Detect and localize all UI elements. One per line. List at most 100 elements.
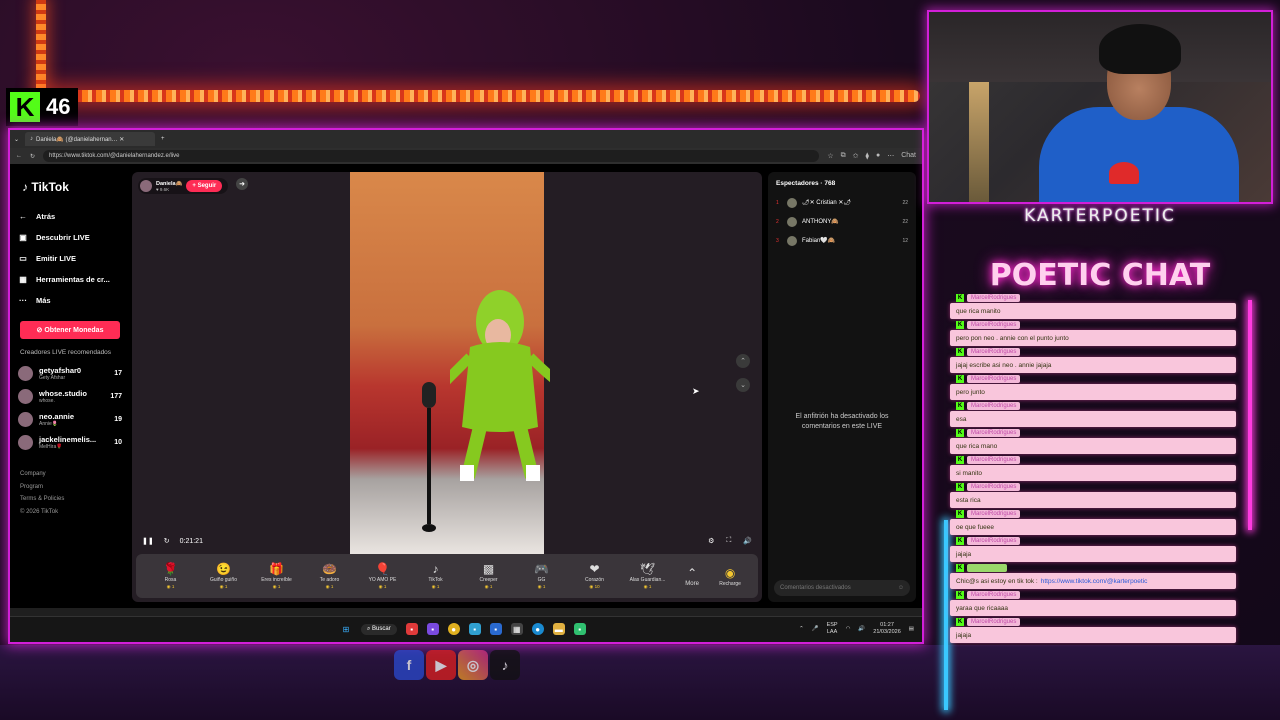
more-gifts-button[interactable]: ⌃ More: [674, 566, 710, 587]
chat-message-body: esa: [950, 411, 1236, 427]
tiktok-logo[interactable]: ♪ TikTok: [22, 180, 122, 194]
taskbar-search[interactable]: ⌕ Buscar: [361, 623, 397, 635]
chevron-down-icon[interactable]: ⌄: [736, 378, 750, 392]
region-code: LAA: [826, 629, 838, 635]
extensions-icon[interactable]: ⧉: [841, 152, 846, 160]
recharge-button[interactable]: ◉ Recharge: [710, 566, 750, 587]
gift-item[interactable]: 😉 Guiño guiño ◉ 1: [197, 562, 250, 590]
viewer-row[interactable]: 1 🌶✕ Cristian ✕🌶 22: [768, 193, 916, 212]
gift-price: ◉ 10: [589, 584, 600, 589]
clock[interactable]: 01:27 21/03/2026: [873, 622, 901, 636]
tab-list-chevron-icon[interactable]: ⌄: [14, 136, 19, 143]
nav-item[interactable]: ▭ Emitir LIVE: [18, 248, 122, 269]
settings-icon[interactable]: ⚙: [708, 537, 714, 545]
nav-item[interactable]: ▣ Descubrir LIVE: [18, 227, 122, 248]
calendar-icon[interactable]: ▦: [510, 623, 523, 635]
gift-item[interactable]: 🌹 Rosa ◉ 1: [144, 562, 197, 590]
recommended-creator[interactable]: jackelinemelis... MelHira🌹 10: [18, 431, 122, 454]
chat-username: [967, 563, 1007, 572]
more-label: More: [685, 580, 699, 587]
chat-message-header: K MarcelRodrigues: [950, 589, 1236, 600]
footer-link[interactable]: Program: [20, 481, 122, 494]
nav-item[interactable]: ··· Más: [18, 290, 122, 311]
notification-icon[interactable]: ▤: [909, 626, 914, 633]
gift-item[interactable]: 🎮 GG ◉ 1: [515, 562, 568, 590]
chat-message-body: si manito: [950, 465, 1236, 481]
app-icon[interactable]: ▪: [426, 623, 439, 635]
chat-message-header: K MarcelRodrigues: [950, 346, 1236, 357]
webcam-feed: [927, 10, 1273, 204]
fullscreen-icon[interactable]: ⛶: [726, 537, 731, 545]
share-icon[interactable]: ➜: [236, 178, 248, 190]
chat-link[interactable]: https://www.tiktok.com/@karterpoetic: [1041, 578, 1148, 585]
app-icon[interactable]: ▪: [468, 623, 481, 635]
gift-price-value: 1: [277, 584, 281, 589]
reload-icon[interactable]: ↻: [30, 153, 35, 160]
follow-button[interactable]: + Seguir: [186, 180, 223, 192]
back-link[interactable]: ← Atrás: [18, 206, 122, 227]
chat-username: MarcelRodrigues: [967, 536, 1021, 545]
footer-link[interactable]: Company: [20, 468, 122, 481]
gift-item[interactable]: ❤ Corazón ◉ 10: [568, 562, 621, 590]
viewer-score: 12: [902, 237, 908, 244]
browser-tab[interactable]: ♪ Daniela🙈 (@danielahernan… ✕: [25, 132, 156, 146]
lang-code: ESP: [826, 622, 838, 628]
creator-name: neo.annie: [39, 412, 75, 421]
chat-message-body: que rica manito: [950, 303, 1236, 319]
live-video-panel[interactable]: Daniela🙈 ♥ 9.6K + Seguir ➜ ⌃ ⌄ ➤ ❚❚ ↻ 0:2…: [132, 172, 762, 602]
nav-item[interactable]: ▦ Herramientas de cr...: [18, 269, 122, 290]
app-icon[interactable]: ▪: [573, 623, 586, 635]
chevron-up-icon[interactable]: ⌃: [799, 626, 804, 633]
pause-icon[interactable]: ❚❚: [142, 537, 154, 545]
app-icon[interactable]: ▪: [405, 623, 418, 635]
mic-icon[interactable]: 🎤: [812, 626, 819, 633]
recommended-creator[interactable]: getyafshar0 Gety Afshar 17: [18, 362, 122, 385]
profile-icon[interactable]: ●: [876, 152, 880, 160]
chevron-up-icon[interactable]: ⌃: [736, 354, 750, 368]
viewer-rank: 3: [776, 237, 779, 244]
new-tab-icon[interactable]: +: [161, 136, 165, 142]
viewer-row[interactable]: 3 Fabian🤍🙈 12: [768, 231, 916, 250]
chat-message: K MarcelRodrigues esta rica: [950, 481, 1236, 508]
recommended-creator[interactable]: whose.studio whose. 177: [18, 385, 122, 408]
volume-icon[interactable]: 🔊: [743, 537, 752, 545]
folder-icon[interactable]: ▬: [552, 623, 565, 635]
clock-date: 21/03/2026: [873, 629, 901, 635]
gift-item[interactable]: 🍩 Te adoro ◉ 1: [303, 562, 356, 590]
chat-text: jajaja: [956, 550, 972, 558]
footer-link[interactable]: Terms & Policies: [20, 493, 122, 506]
viewer-row[interactable]: 2 ANTHONY🙈 22: [768, 212, 916, 231]
gift-item[interactable]: ▩ Creeper ◉ 1: [462, 562, 515, 590]
nav-item-label: Descubrir LIVE: [36, 233, 90, 242]
recommended-creator[interactable]: neo.annie Annie🌷 19: [18, 408, 122, 431]
gift-item[interactable]: 🎁 Eres increíble ◉ 1: [250, 562, 303, 590]
app-icon[interactable]: ▪: [489, 623, 502, 635]
language-indicator[interactable]: ESP LAA: [827, 622, 838, 636]
gift-price: ◉ 1: [272, 584, 281, 589]
viewer-rank: 2: [776, 218, 779, 225]
host-likes: ♥ 9.6K: [156, 186, 170, 192]
viewer-name: ANTHONY🙈: [802, 219, 839, 225]
menu-dots-icon[interactable]: ⋯: [887, 152, 894, 160]
host-avatar[interactable]: [140, 180, 152, 192]
creator-text: jackelinemelis... MelHira🌹: [39, 435, 96, 450]
get-coins-button[interactable]: ⊘ Obtener Monedas: [20, 321, 120, 339]
chat-button[interactable]: Chat: [901, 152, 916, 160]
gift-price: ◉ 1: [484, 584, 493, 589]
refresh-icon[interactable]: ↻: [164, 537, 170, 545]
star-icon[interactable]: ☆: [827, 152, 833, 160]
chat-message-body: oe que fueee: [950, 519, 1236, 535]
gift-item[interactable]: 🕊 Alas Guardian... ◉ 1: [621, 562, 674, 590]
chrome-icon[interactable]: ●: [447, 623, 460, 635]
collections-icon[interactable]: ⧫: [866, 152, 869, 160]
gift-item[interactable]: 🎈 YO AMO PE ◉ 1: [356, 562, 409, 590]
windows-start-icon[interactable]: ⊞: [340, 623, 352, 635]
gift-item[interactable]: ♪ TikTok ◉ 1: [409, 562, 462, 590]
favorites-icon[interactable]: ✩: [853, 152, 859, 160]
volume-icon[interactable]: 🔊: [858, 626, 865, 633]
edge-icon[interactable]: ●: [531, 623, 544, 635]
url-field[interactable]: https://www.tiktok.com/@danielahernandez…: [43, 150, 820, 162]
chat-message-header: K MarcelRodrigues: [950, 292, 1236, 303]
wifi-icon[interactable]: ◠: [846, 626, 851, 633]
back-arrow-icon[interactable]: ←: [16, 153, 22, 159]
